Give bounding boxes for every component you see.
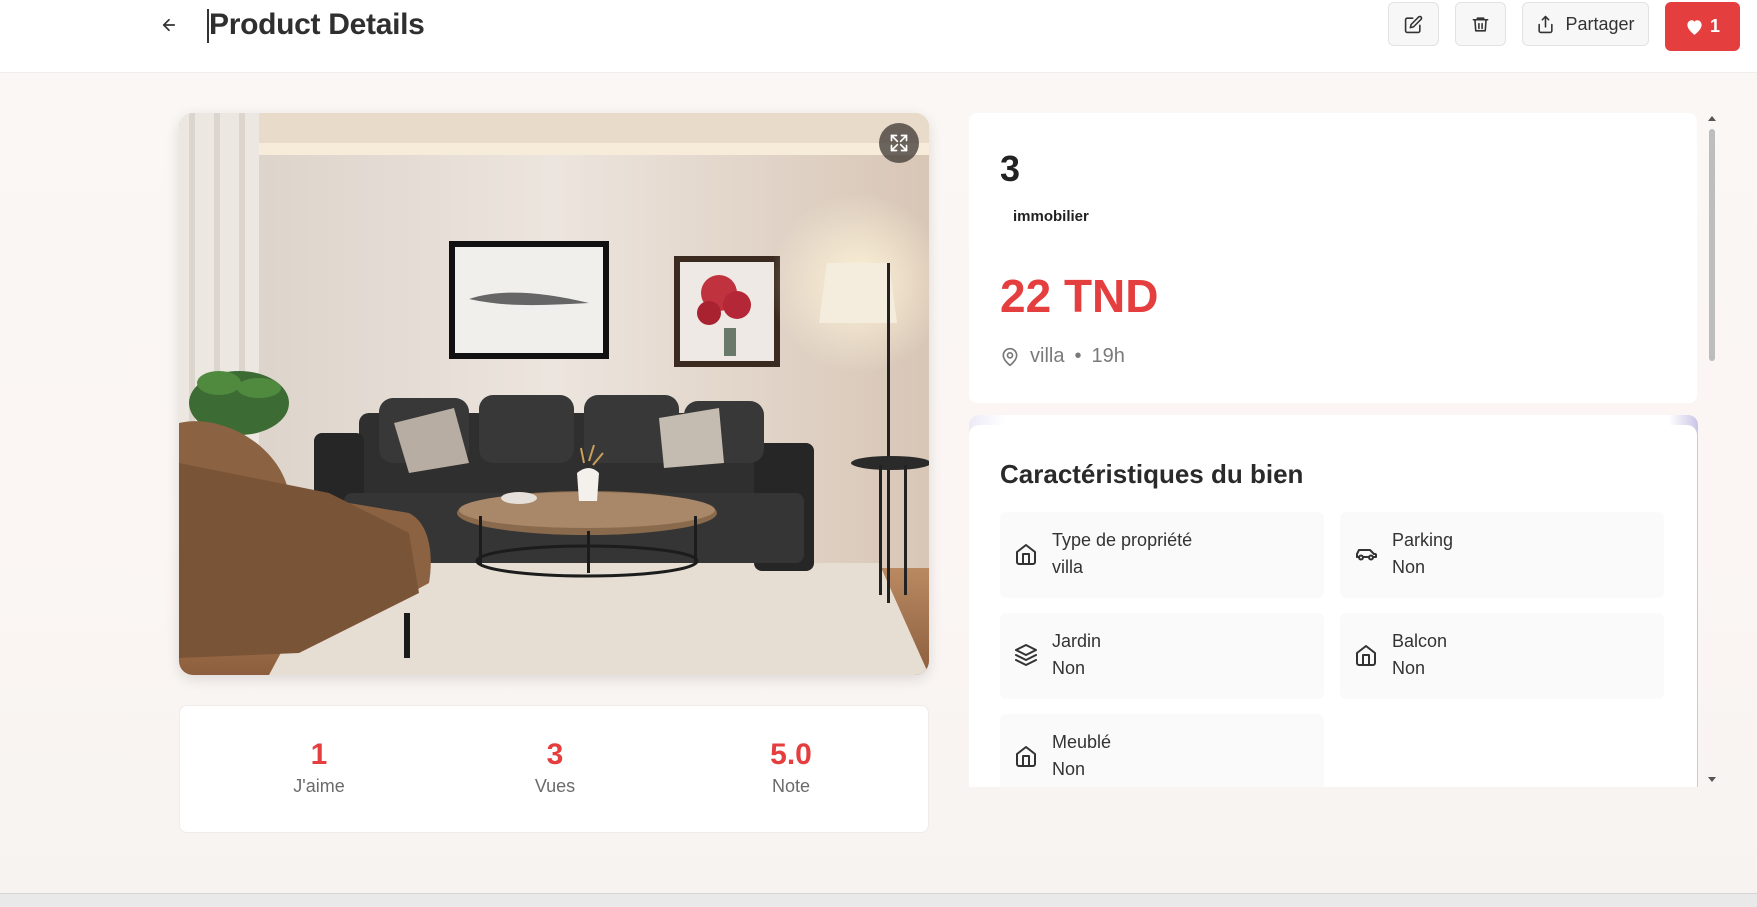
- separator-dot: •: [1074, 345, 1082, 367]
- edit-icon: [1404, 15, 1423, 33]
- feature-property-type: Type de propriété villa: [1000, 512, 1324, 598]
- share-icon: [1538, 15, 1554, 33]
- stat-label: Vues: [534, 776, 576, 796]
- category-badge: immobilier: [1013, 208, 1089, 225]
- feature-balcony: Balcon Non: [1340, 613, 1664, 699]
- share-button[interactable]: Partager: [1522, 2, 1649, 46]
- expand-icon: [890, 134, 908, 152]
- feature-label: Balcon: [1392, 631, 1448, 651]
- feature-garden: Jardin Non: [1000, 613, 1324, 699]
- location-text: villa: [1030, 345, 1065, 367]
- edit-button[interactable]: [1388, 2, 1439, 46]
- time-ago: 19h: [1091, 345, 1125, 367]
- share-label: Partager: [1565, 13, 1635, 34]
- feature-value: villa: [1052, 557, 1084, 577]
- stat-value: 3: [546, 738, 564, 771]
- features-title: Caractéristiques du bien: [1000, 459, 1304, 489]
- taskbar-edge: [0, 893, 1757, 907]
- delete-button[interactable]: [1455, 2, 1506, 46]
- details-scrollbar[interactable]: [1706, 113, 1718, 785]
- stat-likes: 1 J'aime: [219, 738, 419, 797]
- product-image[interactable]: [179, 113, 929, 675]
- feature-value: Non: [1052, 759, 1086, 779]
- car-icon: [1356, 549, 1377, 561]
- home-icon: [1356, 645, 1376, 666]
- stat-value: 5.0: [770, 738, 812, 771]
- trash-icon: [1472, 16, 1489, 32]
- product-info-card: 3 immobilier 22 TND villa • 19h: [969, 113, 1697, 403]
- feature-parking: Parking Non: [1340, 512, 1664, 598]
- scroll-down-arrow-icon[interactable]: [1706, 775, 1718, 785]
- feature-label: Type de propriété: [1052, 530, 1193, 550]
- product-title: 3: [1000, 148, 1021, 189]
- product-price: 22 TND: [1000, 270, 1159, 322]
- layers-icon: [1015, 644, 1037, 666]
- stat-value: 1: [310, 738, 328, 771]
- feature-value: Non: [1392, 658, 1426, 678]
- feature-value: Non: [1052, 658, 1086, 678]
- heart-icon: [1687, 19, 1702, 35]
- stats-card: 1 J'aime 3 Vues 5.0 Note: [179, 705, 929, 833]
- fullscreen-button[interactable]: [879, 123, 919, 163]
- like-button[interactable]: 1: [1665, 2, 1740, 51]
- top-bar: Product Details Partager 1: [0, 0, 1757, 73]
- home-icon: [1016, 746, 1036, 767]
- arrow-left-icon: [162, 18, 176, 32]
- scroll-thumb[interactable]: [1709, 129, 1715, 361]
- map-pin-icon: [1002, 347, 1018, 366]
- stat-label: J'aime: [293, 776, 345, 796]
- features-card: Caractéristiques du bien Type de proprié…: [969, 425, 1697, 787]
- stat-views: 3 Vues: [455, 738, 655, 797]
- feature-label: Meublé: [1052, 732, 1112, 752]
- feature-furnished: Meublé Non: [1000, 714, 1324, 787]
- stat-rating: 5.0 Note: [691, 738, 891, 797]
- living-room-photo: [179, 113, 929, 675]
- back-button[interactable]: [156, 12, 182, 38]
- like-count: 1: [1709, 16, 1720, 36]
- location-line: villa • 19h: [1000, 345, 1125, 368]
- feature-value: Non: [1392, 557, 1426, 577]
- page-title: Product Details: [209, 8, 425, 41]
- stat-label: Note: [771, 776, 811, 796]
- scroll-up-arrow-icon[interactable]: [1706, 113, 1718, 123]
- home-icon: [1016, 544, 1036, 565]
- feature-label: Jardin: [1052, 631, 1102, 651]
- feature-label: Parking: [1392, 530, 1454, 550]
